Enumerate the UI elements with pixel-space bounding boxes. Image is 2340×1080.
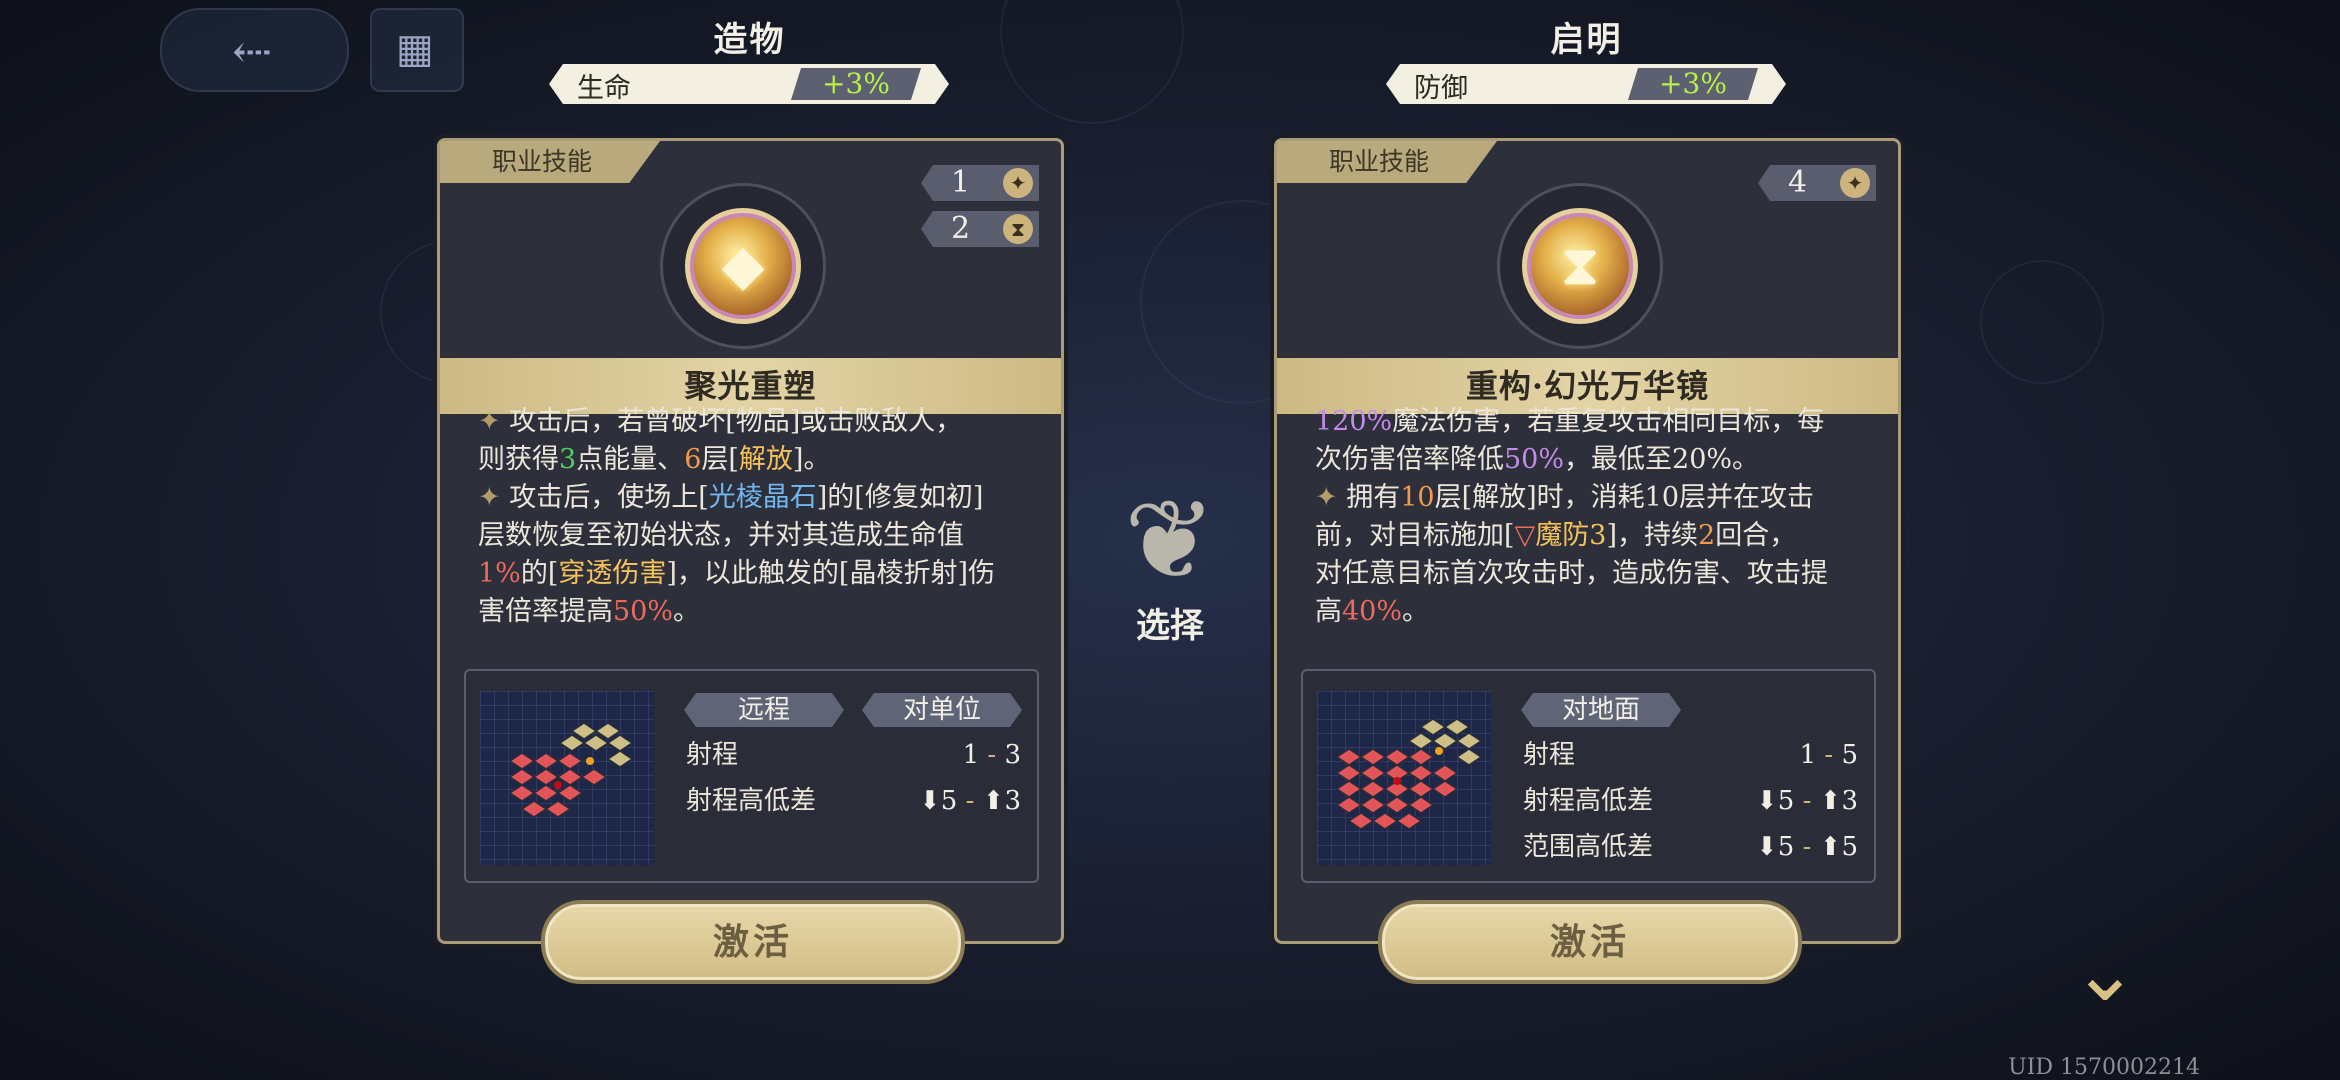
right-row-range: 射程 1 - 5 <box>1523 735 1858 775</box>
right-stat-value: +3% <box>1628 68 1758 100</box>
hourglass-icon: ⧗ <box>1003 214 1033 244</box>
range-label: 射程 <box>1523 740 1576 770</box>
description-line: ✦ 攻击后，若曾破坏[物品]或击败敌人， <box>478 406 963 437</box>
left-stat-label: 生命 <box>577 73 631 104</box>
range-value: 1 - 5 <box>1799 740 1858 770</box>
right-badge-cost: 4 ✦ <box>1758 165 1876 201</box>
uid-label: UID 1570002214 <box>2008 1055 2200 1080</box>
left-badge-cooldown: 2 ⧗ <box>921 211 1039 247</box>
left-skill-tag: 职业技能 <box>440 141 660 183</box>
left-badge-cost-value: 1 <box>951 165 971 200</box>
select-label: 选择 <box>1136 606 1204 646</box>
description-line: 层数恢复至初始状态，并对其造成生命值 <box>478 520 964 551</box>
back-arrow-icon: ⇠ <box>232 24 273 80</box>
left-row-height-diff: 射程高低差 ⬇5 - ⬆3 <box>686 781 1021 821</box>
back-button[interactable]: ⇠ <box>160 8 349 92</box>
attack-range-map <box>1317 691 1491 865</box>
left-badge-cost: 1 ✦ <box>921 165 1039 201</box>
left-badge-cooldown-value: 2 <box>951 211 971 246</box>
right-stat-label: 防御 <box>1414 73 1468 104</box>
right-panel-title: 启明 <box>1550 20 1623 60</box>
height-diff-value: ⬇5 - ⬆3 <box>919 786 1021 816</box>
description-line: 害倍率提高50%。 <box>478 596 701 627</box>
left-stat-value: +3% <box>791 68 921 100</box>
left-range-box: 远程 对单位 射程 1 - 3 射程高低差 ⬇5 - ⬆3 <box>464 669 1039 883</box>
select-indicator[interactable]: ❦ 选择 <box>1090 470 1250 647</box>
range-tiles <box>508 722 634 818</box>
description-line: 1%的[穿透伤害]，以此触发的[晶棱折射]伤 <box>478 558 995 589</box>
chip-ground-target: 对地面 <box>1521 693 1681 727</box>
description-line: ✦ 拥有10层[解放]时，消耗10层并在攻击 <box>1315 482 1815 513</box>
range-label: 射程 <box>686 740 739 770</box>
description-line: 则获得3点能量、6层[解放]。 <box>478 444 831 475</box>
description-line: ✦ 攻击后，使场上[光棱晶石]的[修复如初] <box>478 482 984 513</box>
sparkle-icon: ✦ <box>1003 168 1033 198</box>
area-height-diff-value: ⬇5 - ⬆5 <box>1756 832 1858 862</box>
right-row-area-height-diff: 范围高低差 ⬇5 - ⬆5 <box>1523 827 1858 867</box>
description-line: 120%魔法伤害，若重复攻击相同目标，每 <box>1315 406 1825 437</box>
chip-ranged: 远程 <box>684 693 844 727</box>
left-stat-bar: 生命 +3% <box>549 64 949 104</box>
tree-emblem-icon: ❦ <box>1123 476 1217 604</box>
right-stat-bar: 防御 +3% <box>1386 64 1786 104</box>
right-skill-card: 职业技能 ⧗ 4 ✦ 重构·幻光万华镜 120%魔法伤害，若重复攻击相同目标，每… <box>1274 138 1901 944</box>
chip-single-target: 对单位 <box>862 693 1022 727</box>
left-skill-description[interactable]: ✦ 攻击后，若曾破坏[物品]或击败敌人， 则获得3点能量、6层[解放]。 ✦ 攻击后… <box>478 403 1038 639</box>
range-tiles <box>1335 718 1483 830</box>
right-skill-ring: ⧗ <box>1497 183 1663 349</box>
left-skill-ring: ◆ <box>660 183 826 349</box>
right-skill-description[interactable]: 120%魔法伤害，若重复攻击相同目标，每 次伤害倍率降低50%，最低至20%。 ✦ … <box>1315 403 1875 639</box>
height-diff-value: ⬇5 - ⬆3 <box>1756 786 1858 816</box>
right-range-box: 对地面 射程 1 - 5 射程高低差 ⬇5 - ⬆3 范围高低差 ⬇5 - ⬆5 <box>1301 669 1876 883</box>
crystal-skill-icon[interactable]: ◆ <box>685 208 801 324</box>
height-diff-label: 射程高低差 <box>686 786 817 816</box>
right-activate-button[interactable]: 激活 <box>1382 904 1798 980</box>
grid-menu-icon: ▦ <box>396 26 434 72</box>
background-ring <box>1980 260 2104 384</box>
right-skill-panel: 启明 防御 +3% 职业技能 ⧗ 4 ✦ 重构·幻光万华镜 120%魔法伤害，若… <box>1274 20 1901 980</box>
description-line: 前，对目标施加[▽魔防3]，持续2回合， <box>1315 520 1797 551</box>
sparkle-icon: ✦ <box>1840 168 1870 198</box>
area-height-diff-label: 范围高低差 <box>1523 832 1654 862</box>
left-activate-button[interactable]: 激活 <box>545 904 961 980</box>
description-line: 对任意目标首次攻击时，造成伤害、攻击提 <box>1315 558 1828 589</box>
description-line: 次伤害倍率降低50%，最低至20%。 <box>1315 444 1760 475</box>
left-panel-title: 造物 <box>713 20 786 60</box>
left-skill-panel: 造物 生命 +3% 职业技能 ◆ 1 ✦ 2 ⧗ 聚光重塑 ✦ 攻击后，若曾破坏… <box>437 20 1064 980</box>
right-badge-cost-value: 4 <box>1788 165 1808 200</box>
description-line: 高40%。 <box>1315 596 1430 627</box>
height-diff-label: 射程高低差 <box>1523 786 1654 816</box>
range-value: 1 - 3 <box>962 740 1021 770</box>
left-skill-card: 职业技能 ◆ 1 ✦ 2 ⧗ 聚光重塑 ✦ 攻击后，若曾破坏[物品]或击败敌人，… <box>437 138 1064 944</box>
collapse-chevron-icon[interactable]: ⌄ <box>2060 928 2150 1018</box>
right-skill-tag: 职业技能 <box>1277 141 1497 183</box>
attack-range-map <box>480 691 654 865</box>
right-row-height-diff: 射程高低差 ⬇5 - ⬆3 <box>1523 781 1858 821</box>
mirror-skill-icon[interactable]: ⧗ <box>1522 208 1638 324</box>
left-row-range: 射程 1 - 3 <box>686 735 1021 775</box>
